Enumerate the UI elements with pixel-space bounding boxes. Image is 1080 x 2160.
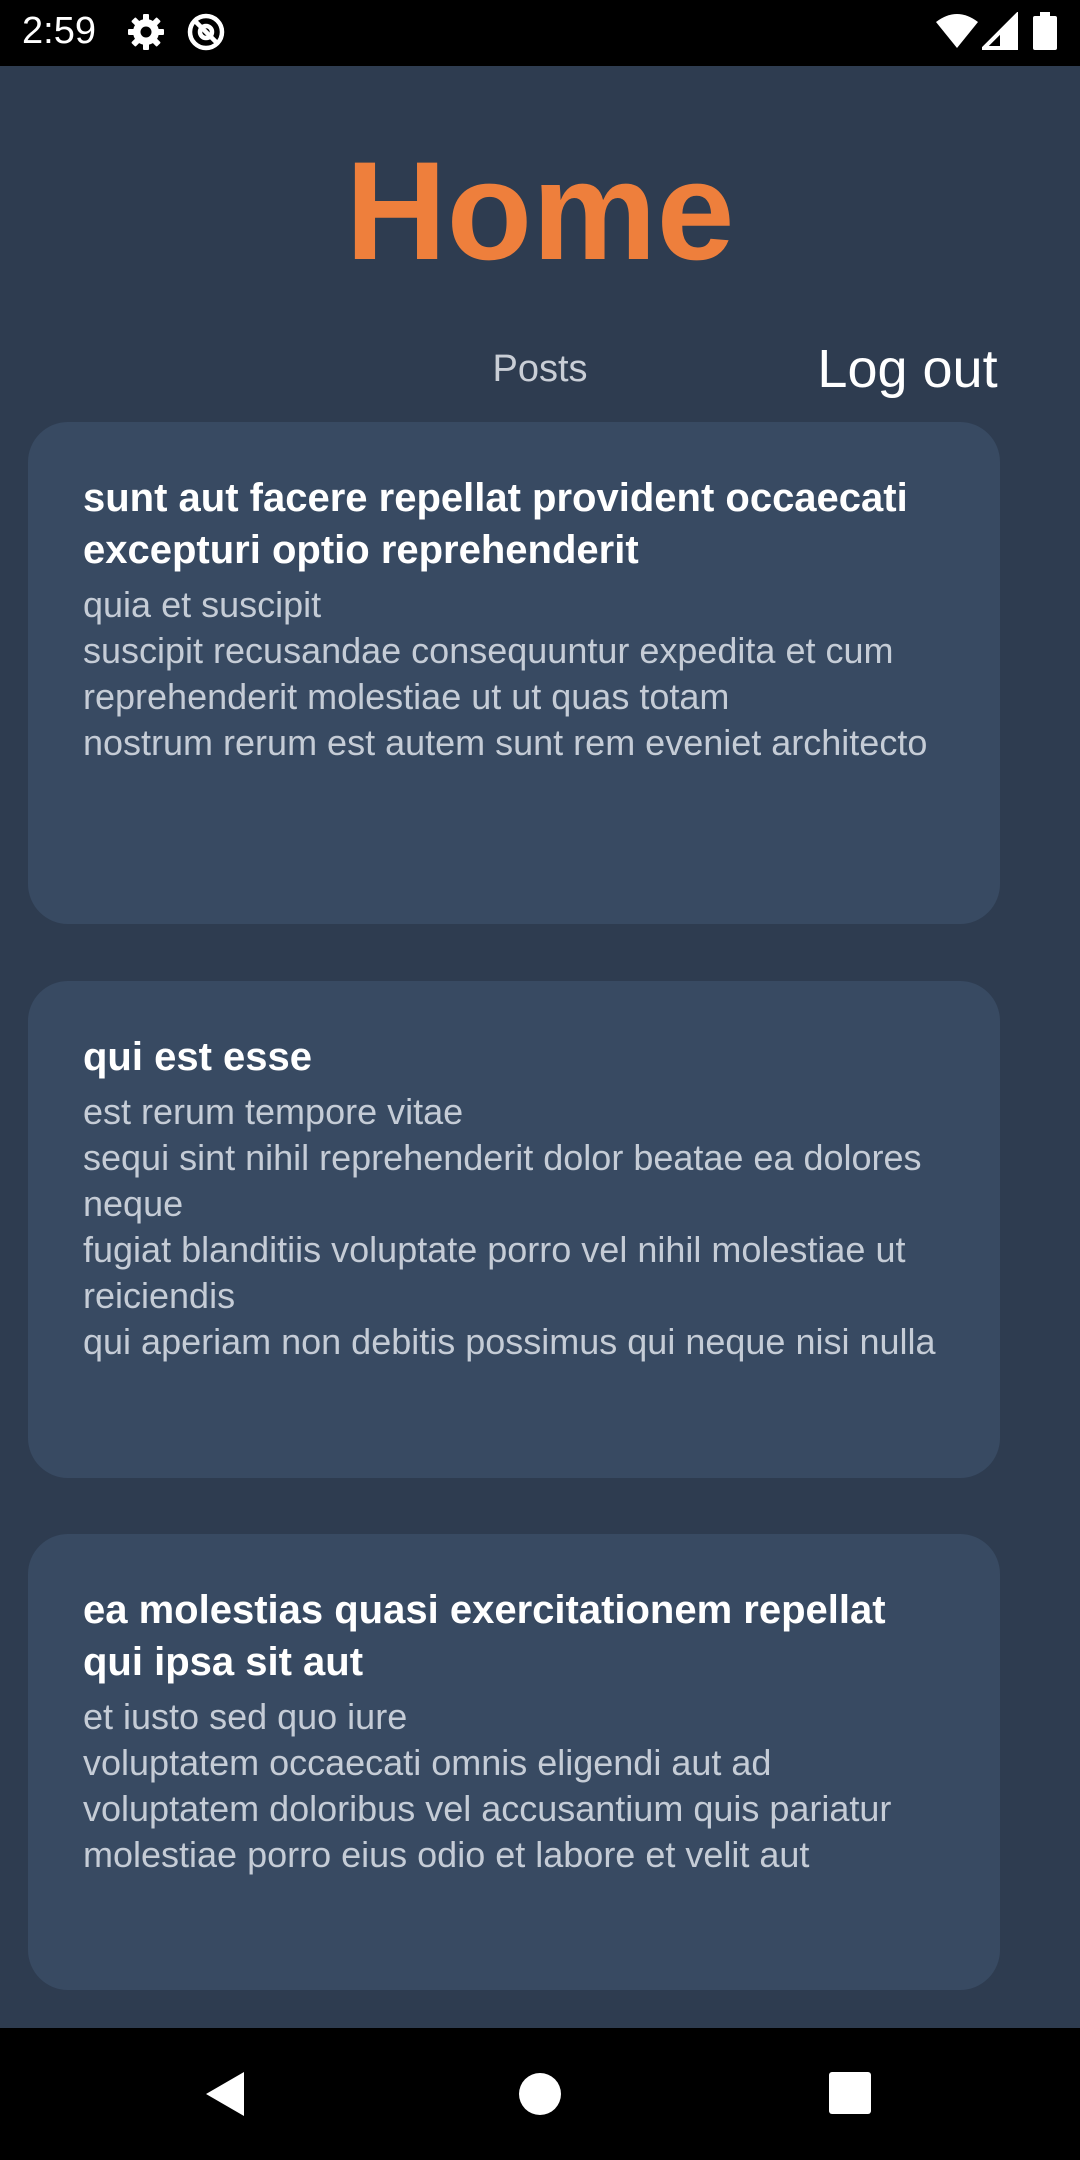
post-body-line: sequi sint nihil reprehenderit dolor bea… [83,1137,922,1224]
post-card[interactable]: sunt aut facere repellat provident occae… [28,422,1000,924]
home-icon[interactable] [510,2064,570,2124]
post-card[interactable]: ea molestias quasi exercitationem repell… [28,1534,1000,1990]
wifi-icon [934,12,980,52]
post-body-line: voluptatem occaecati omnis eligendi aut … [83,1742,772,1783]
at-sign-icon [186,12,226,52]
post-title: sunt aut facere repellat provident occae… [83,476,908,572]
back-icon[interactable] [196,2064,256,2124]
system-nav-bar [0,2028,1080,2160]
logout-button[interactable]: Log out [790,336,1025,402]
post-body-line: molestiae porro eius odio et labore et v… [83,1834,810,1875]
status-bar: 2:59 [0,0,1080,66]
page-title: Home [345,132,735,289]
post-card[interactable]: qui est esse est rerum tempore vitae seq… [28,981,1000,1478]
recents-icon[interactable] [821,2064,881,2124]
post-body-line: et iusto sed quo iure [83,1696,408,1737]
post-title: ea molestias quasi exercitationem repell… [83,1588,886,1684]
post-body: et iusto sed quo iure voluptatem occaeca… [83,1694,945,1878]
post-body-line: qui aperiam non debitis possimus qui neq… [83,1321,936,1362]
battery-icon [1030,12,1060,52]
post-body-line: reprehenderit molestiae ut ut quas totam [83,676,730,717]
post-body-line: est rerum tempore vitae [83,1091,464,1132]
nav-posts-link[interactable]: Posts [440,344,640,394]
post-body: quia et suscipit suscipit recusandae con… [83,582,945,766]
post-title: qui est esse [83,1035,313,1079]
signal-icon [979,11,1018,52]
post-body-line: quia et suscipit [83,584,322,625]
post-body-line: nostrum rerum est autem sunt rem eveniet… [83,722,928,763]
post-body-line: suscipit recusandae consequuntur expedit… [83,630,894,671]
app-header: Home Posts Log out [0,66,1080,406]
gear-icon [126,12,166,52]
post-body-line: fugiat blanditiis voluptate porro vel ni… [83,1229,906,1316]
post-body-line: voluptatem doloribus vel accusantium qui… [83,1788,892,1829]
status-time: 2:59 [22,10,96,52]
post-body: est rerum tempore vitae sequi sint nihil… [83,1089,945,1365]
